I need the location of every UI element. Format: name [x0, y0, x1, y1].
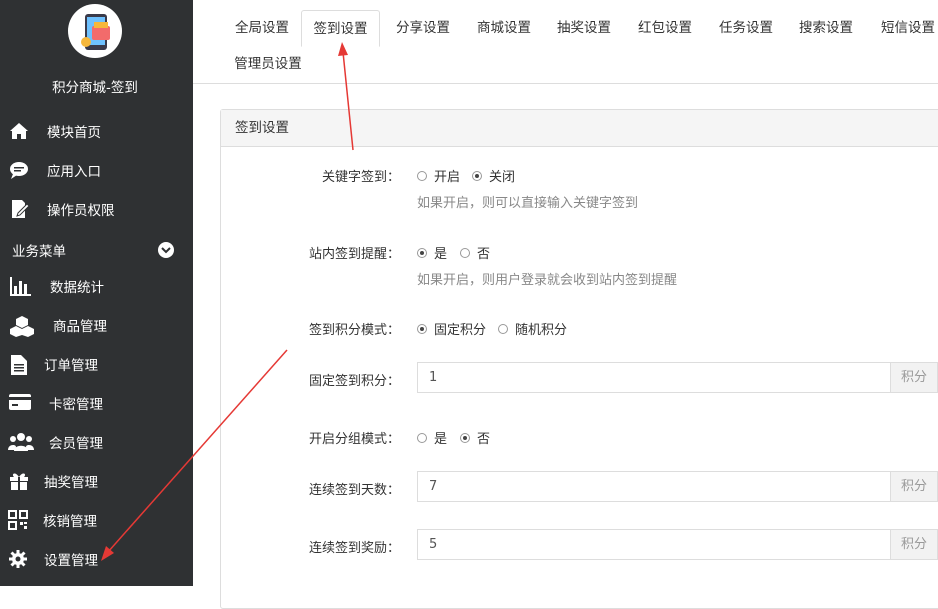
app-title: 积分商城-签到 — [52, 80, 138, 96]
sidebar-item-members[interactable]: 会员管理 — [0, 424, 193, 460]
sidebar-item-label: 会员管理 — [49, 436, 103, 452]
keyword-signin-on-radio[interactable]: 开启 — [417, 166, 460, 185]
sidebar-item-label: 订单管理 — [44, 358, 98, 374]
consecutive-reward-input[interactable]: 5 — [417, 529, 891, 560]
gear-icon — [9, 550, 27, 568]
sidebar-item-label: 数据统计 — [50, 280, 104, 296]
home-icon — [10, 123, 28, 139]
bar-chart-icon — [10, 277, 31, 296]
sidebar-item-operator-permissions[interactable]: 操作员权限 — [0, 191, 193, 227]
radio-dot — [417, 432, 427, 443]
settings-tabs: 全局设置 签到设置 分享设置 商城设置 抽奖设置 红包设置 任务设置 搜索设置 … — [193, 0, 938, 84]
tab-lottery[interactable]: 抽奖设置 — [549, 10, 619, 46]
consecutive-days-label: 连续签到天数： — [308, 483, 400, 498]
sidebar-item-lottery[interactable]: 抽奖管理 — [0, 463, 193, 499]
fixed-points-input[interactable]: 1 — [417, 362, 891, 393]
panel-title: 签到设置 — [221, 110, 938, 147]
fixed-points-label: 固定签到积分： — [308, 374, 400, 389]
site-reminder-no-radio[interactable]: 否 — [460, 243, 490, 262]
sidebar-item-label: 操作员权限 — [47, 203, 115, 219]
sidebar-item-label: 商品管理 — [53, 319, 107, 335]
radio-dot — [460, 432, 470, 443]
radio-dot — [498, 323, 508, 334]
group-mode-label: 开启分组模式： — [308, 432, 400, 447]
credit-card-icon — [9, 394, 31, 410]
edit-document-icon — [12, 200, 30, 218]
tab-red-packet[interactable]: 红包设置 — [630, 10, 700, 46]
radio-dot — [417, 170, 427, 181]
sidebar-item-verification[interactable]: 核销管理 — [0, 502, 193, 538]
sidebar-item-label: 卡密管理 — [49, 397, 103, 413]
sidebar: 积分商城-签到 模块首页 应用入口 操作员权限 业务菜单 数据统计 商品管理 订… — [0, 0, 193, 586]
keyword-signin-label: 关键字签到： — [321, 170, 400, 185]
consecutive-days-input[interactable]: 7 — [417, 471, 891, 502]
consecutive-reward-label: 连续签到奖励： — [308, 541, 400, 556]
shop-logo-icon — [81, 14, 110, 50]
qrcode-icon — [8, 510, 28, 530]
sidebar-item-label: 模块首页 — [47, 125, 101, 141]
sidebar-item-home[interactable]: 模块首页 — [0, 113, 193, 149]
radio-dot — [460, 247, 470, 258]
tab-admin[interactable]: 管理员设置 — [227, 46, 309, 82]
sidebar-item-statistics[interactable]: 数据统计 — [0, 268, 193, 304]
cubes-icon — [10, 316, 34, 337]
sidebar-item-label: 设置管理 — [44, 553, 98, 569]
sidebar-section-business-menu[interactable]: 业务菜单 — [12, 240, 66, 260]
sidebar-item-products[interactable]: 商品管理 — [0, 307, 193, 343]
tab-search[interactable]: 搜索设置 — [791, 10, 861, 46]
tab-global[interactable]: 全局设置 — [227, 10, 297, 46]
radio-dot — [472, 170, 482, 181]
points-mode-label: 签到积分模式： — [308, 323, 400, 338]
document-icon — [11, 355, 27, 375]
points-mode-random-radio[interactable]: 随机积分 — [498, 319, 567, 338]
site-reminder-help: 如果开启，则用户登录就会收到站内签到提醒 — [417, 273, 678, 288]
sidebar-item-card-codes[interactable]: 卡密管理 — [0, 385, 193, 421]
keyword-signin-help: 如果开启，则可以直接输入关键字签到 — [417, 196, 639, 211]
tab-sms[interactable]: 短信设置 — [873, 10, 938, 46]
keyword-signin-off-radio[interactable]: 关闭 — [472, 166, 515, 185]
sidebar-item-app-entry[interactable]: 应用入口 — [0, 152, 193, 188]
tab-share[interactable]: 分享设置 — [388, 10, 458, 46]
radio-dot — [417, 247, 427, 258]
sidebar-item-label: 核销管理 — [43, 514, 97, 530]
sidebar-item-label: 应用入口 — [47, 164, 101, 180]
sidebar-item-settings[interactable]: 设置管理 — [0, 541, 193, 577]
consecutive-days-unit: 积分 — [890, 471, 938, 502]
sidebar-item-orders[interactable]: 订单管理 — [0, 346, 193, 382]
app-logo — [68, 4, 122, 58]
tab-tasks[interactable]: 任务设置 — [711, 10, 781, 46]
sidebar-item-label: 抽奖管理 — [44, 475, 98, 491]
points-mode-fixed-radio[interactable]: 固定积分 — [417, 319, 486, 338]
gift-icon — [10, 473, 28, 490]
chat-bubble-icon — [10, 162, 28, 179]
group-mode-yes-radio[interactable]: 是 — [417, 428, 447, 447]
group-mode-no-radio[interactable]: 否 — [460, 428, 490, 447]
tab-mall[interactable]: 商城设置 — [469, 10, 539, 46]
site-reminder-label: 站内签到提醒： — [308, 247, 400, 262]
chevron-down-icon[interactable] — [158, 242, 174, 258]
tab-signin[interactable]: 签到设置 — [301, 10, 380, 47]
users-icon — [8, 433, 34, 451]
site-reminder-yes-radio[interactable]: 是 — [417, 243, 447, 262]
consecutive-reward-unit: 积分 — [890, 529, 938, 560]
radio-dot — [417, 323, 427, 334]
fixed-points-unit: 积分 — [890, 362, 938, 393]
